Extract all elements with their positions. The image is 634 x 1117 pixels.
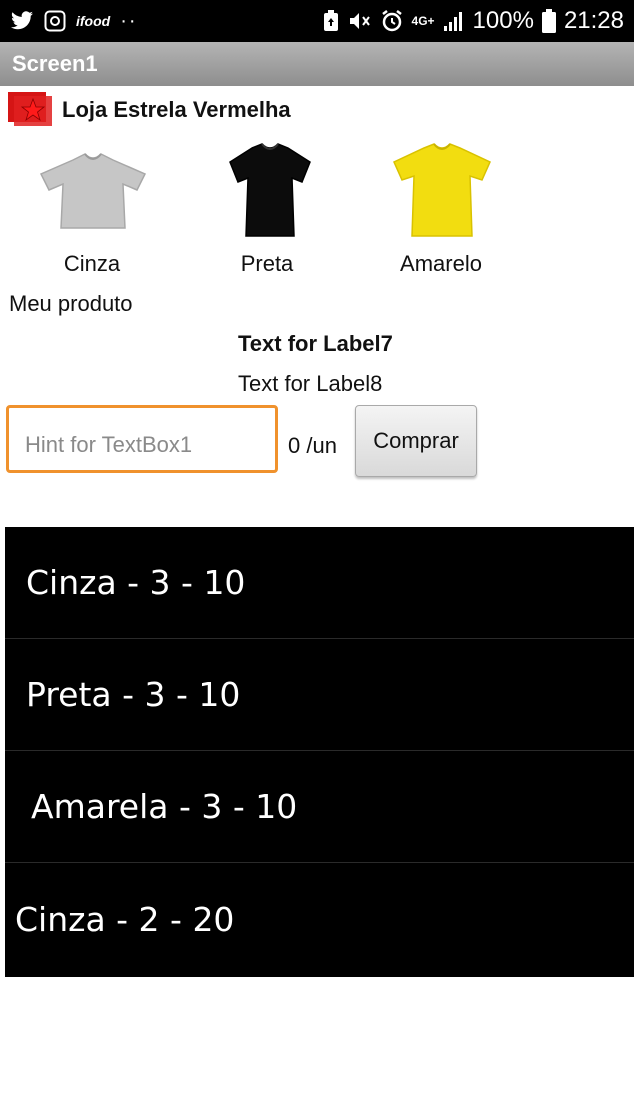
product-label-yellow: Amarelo bbox=[400, 251, 482, 276]
more-notifications-indicator: ·· bbox=[120, 9, 138, 32]
quantity-textbox[interactable] bbox=[9, 408, 275, 470]
status-bar-system: 4G+ 100% 21:28 bbox=[322, 0, 624, 42]
product-label-gray: Cinza bbox=[63, 251, 121, 276]
title-bar: Screen1 bbox=[0, 42, 634, 86]
store-name: Loja Estrela Vermelha bbox=[62, 97, 291, 122]
unit-price-label: 0 /un bbox=[288, 433, 337, 458]
red-star-icon bbox=[8, 90, 54, 131]
quantity-textbox-container bbox=[6, 405, 278, 473]
network-type-indicator: 4G+ bbox=[411, 14, 435, 28]
alarm-icon bbox=[380, 9, 404, 33]
signal-strength-icon bbox=[443, 11, 465, 31]
mute-icon bbox=[348, 10, 372, 32]
battery-percent: 100% bbox=[472, 7, 534, 34]
ifood-icon: ifood bbox=[76, 13, 111, 29]
my-product-label: Meu produto bbox=[9, 291, 133, 316]
buy-button[interactable]: Comprar bbox=[355, 405, 477, 477]
camera-app-icon bbox=[44, 10, 66, 32]
battery-icon bbox=[541, 9, 556, 33]
twitter-icon bbox=[10, 11, 34, 31]
clock: 21:28 bbox=[563, 7, 624, 34]
status-bar-notifications: ifood ·· bbox=[10, 0, 138, 42]
screen-title: Screen1 bbox=[12, 51, 98, 76]
store-header: Loja Estrela Vermelha bbox=[8, 90, 291, 131]
tshirt-black-image[interactable] bbox=[210, 140, 330, 250]
tshirt-gray-image[interactable] bbox=[33, 140, 153, 250]
tshirt-yellow-image[interactable] bbox=[382, 140, 502, 250]
label8: Text for Label8 bbox=[238, 371, 383, 396]
label7: Text for Label7 bbox=[238, 331, 393, 356]
list-item[interactable]: Cinza - 2 - 20 bbox=[5, 863, 634, 975]
list-item[interactable]: Cinza - 3 - 10 bbox=[5, 527, 634, 639]
orders-list[interactable]: Cinza - 3 - 10 Preta - 3 - 10 Amarela - … bbox=[5, 527, 634, 977]
list-item[interactable]: Amarela - 3 - 10 bbox=[5, 751, 634, 863]
list-item[interactable]: Preta - 3 - 10 bbox=[5, 639, 634, 751]
battery-saver-icon bbox=[322, 10, 340, 32]
status-bar: ifood ·· 4G+ 100% 21:28 bbox=[0, 0, 634, 42]
product-label-black: Preta bbox=[240, 251, 294, 276]
